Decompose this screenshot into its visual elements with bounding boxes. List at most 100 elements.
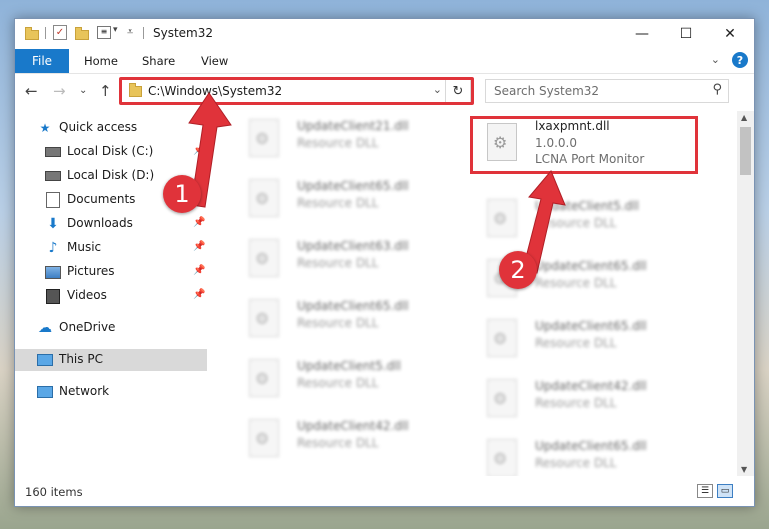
- back-arrow-icon[interactable]: ←: [25, 82, 38, 100]
- details-view-icon[interactable]: ☰: [697, 484, 713, 498]
- dll-file-icon: [249, 179, 279, 217]
- file-type: Resource DLL: [535, 336, 617, 350]
- dll-file-icon: [249, 119, 279, 157]
- dll-file-icon: [249, 239, 279, 277]
- file-name: UpdateClient65.dll: [297, 299, 409, 313]
- folder-icon: [25, 26, 41, 40]
- pin-icon[interactable]: 📌: [193, 265, 205, 276]
- customize-toolbar-icon[interactable]: ≡: [97, 26, 111, 39]
- tab-home[interactable]: Home: [84, 54, 118, 68]
- large-icons-view-icon[interactable]: ▭: [717, 484, 733, 498]
- navigation-bar: ← → ⌄ ↑ C:\Windows\System32 ⌄ ↻ Search S…: [15, 74, 754, 108]
- sidebar-item-label: Pictures: [67, 264, 115, 278]
- file-type: Resource DLL: [297, 136, 379, 150]
- forward-arrow-icon[interactable]: →: [53, 82, 66, 100]
- sidebar-item-network[interactable]: Network: [15, 381, 207, 403]
- scroll-up-icon[interactable]: ▲: [741, 113, 747, 122]
- cloud-icon: ☁: [38, 320, 52, 336]
- sidebar-item-this-pc[interactable]: This PC: [15, 349, 207, 371]
- sidebar-item-music[interactable]: ♪ Music 📌: [15, 237, 207, 259]
- pin-icon[interactable]: 📌: [193, 289, 205, 300]
- list-item[interactable]: UpdateClient5.dll Resource DLL: [235, 355, 455, 401]
- file-type: Resource DLL: [297, 256, 379, 270]
- dll-file-icon: [249, 419, 279, 457]
- scroll-thumb[interactable]: [740, 127, 751, 175]
- tab-view[interactable]: View: [201, 54, 228, 68]
- list-item[interactable]: UpdateClient65.dll Resource DLL: [235, 295, 455, 341]
- music-icon: ♪: [48, 240, 58, 256]
- item-count: 160 items: [25, 485, 83, 499]
- sidebar-item-label: Local Disk (C:): [67, 144, 154, 158]
- download-icon: ⬇: [47, 216, 59, 232]
- list-item[interactable]: UpdateClient65.dll Resource DLL: [473, 315, 693, 361]
- star-icon: ★: [39, 121, 51, 135]
- ribbon-tabs: File Home Share View ⌄ ?: [15, 49, 754, 74]
- file-name: UpdateClient63.dll: [297, 239, 409, 253]
- list-item[interactable]: UpdateClient63.dll Resource DLL: [235, 235, 455, 281]
- dll-file-icon: [249, 299, 279, 337]
- tab-share[interactable]: Share: [142, 54, 175, 68]
- file-name: UpdateClient42.dll: [535, 379, 647, 393]
- file-type: Resource DLL: [297, 316, 379, 330]
- sidebar-item-label: Videos: [67, 288, 107, 302]
- pin-icon[interactable]: 📌: [193, 241, 205, 252]
- quick-access-dropdown-icon[interactable]: ⩡: [127, 25, 143, 39]
- list-item[interactable]: UpdateClient42.dll Resource DLL: [235, 415, 455, 461]
- vertical-scrollbar[interactable]: ▲ ▼: [737, 111, 754, 476]
- pictures-icon: [45, 265, 61, 279]
- scroll-down-icon[interactable]: ▼: [741, 465, 747, 474]
- sidebar-item-label: Music: [67, 240, 102, 254]
- file-name: UpdateClient5.dll: [297, 359, 401, 373]
- sidebar-item-label: This PC: [59, 352, 103, 366]
- up-arrow-icon[interactable]: ↑: [99, 82, 112, 100]
- window-title: System32: [153, 26, 214, 40]
- expand-ribbon-icon[interactable]: ⌄: [711, 53, 720, 66]
- drive-icon: [45, 145, 61, 159]
- list-item[interactable]: UpdateClient65.dll Resource DLL: [235, 175, 455, 221]
- dll-file-icon: [487, 319, 517, 357]
- sidebar-item-label: Downloads: [67, 216, 133, 230]
- file-name: UpdateClient65.dll: [297, 179, 409, 193]
- list-item[interactable]: UpdateClient21.dll Resource DLL: [235, 115, 455, 161]
- sidebar-item-videos[interactable]: Videos 📌: [15, 285, 207, 307]
- highlight-target-file: [470, 116, 698, 174]
- file-type: Resource DLL: [535, 396, 617, 410]
- network-icon: [37, 385, 53, 399]
- properties-icon[interactable]: ✓: [53, 25, 67, 40]
- file-name: UpdateClient65.dll: [535, 439, 647, 453]
- sidebar-item-pictures[interactable]: Pictures 📌: [15, 261, 207, 283]
- tab-file[interactable]: File: [15, 49, 69, 73]
- search-input[interactable]: Search System32 ⚲: [485, 79, 729, 103]
- step-badge-1: 1: [163, 175, 201, 213]
- file-type: Resource DLL: [297, 376, 379, 390]
- minimize-button[interactable]: —: [619, 19, 665, 49]
- dll-file-icon: [487, 439, 517, 476]
- documents-icon: [45, 192, 61, 208]
- sidebar-item-onedrive[interactable]: ☁ OneDrive: [15, 317, 207, 339]
- close-button[interactable]: ✕: [707, 19, 753, 49]
- file-type: Resource DLL: [297, 196, 379, 210]
- file-name: UpdateClient21.dll: [297, 119, 409, 133]
- list-item[interactable]: UpdateClient42.dll Resource DLL: [473, 375, 693, 421]
- separator: [143, 27, 144, 39]
- file-type: Resource DLL: [535, 456, 617, 470]
- sidebar-item-label: Network: [59, 384, 110, 398]
- sidebar-item-label: Quick access: [59, 120, 138, 134]
- sidebar-item-label: Local Disk (D:): [67, 168, 155, 182]
- list-item[interactable]: UpdateClient65.dll Resource DLL: [473, 435, 693, 476]
- drive-icon: [45, 169, 61, 183]
- sidebar-item-label: OneDrive: [59, 320, 116, 334]
- explorer-window: ✓ ≡ ▾ ⩡ System32 — ☐ ✕ File Home Share V…: [14, 18, 755, 507]
- computer-icon: [37, 353, 53, 367]
- title-bar: ✓ ≡ ▾ ⩡ System32 — ☐ ✕: [15, 19, 754, 49]
- list-item[interactable]: UpdateClient5.dll Resource DLL: [473, 195, 693, 241]
- maximize-button[interactable]: ☐: [663, 19, 709, 49]
- recent-locations-icon[interactable]: ⌄: [79, 85, 87, 96]
- new-folder-icon[interactable]: [75, 26, 91, 40]
- help-icon[interactable]: ?: [732, 52, 748, 68]
- video-icon: [45, 288, 61, 304]
- separator: [45, 27, 46, 39]
- sidebar-item-label: Documents: [67, 192, 136, 206]
- file-name: UpdateClient42.dll: [297, 419, 409, 433]
- file-type: Resource DLL: [297, 436, 379, 450]
